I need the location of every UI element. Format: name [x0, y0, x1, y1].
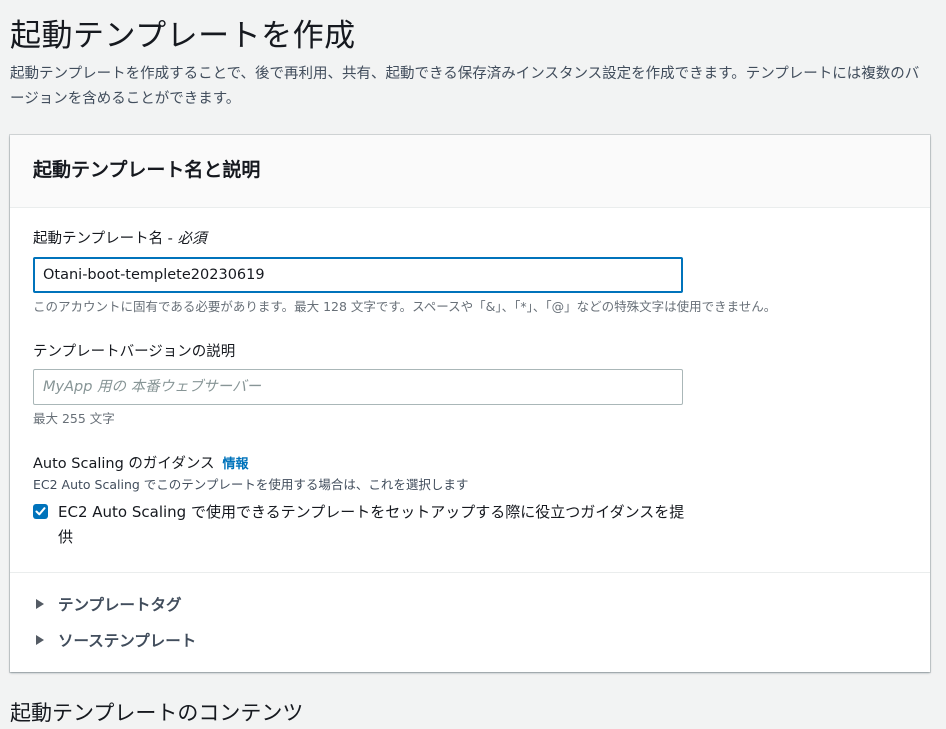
auto-scaling-label: Auto Scaling のガイダンス 情報 [33, 454, 249, 475]
version-description-hint: 最大 255 文字 [33, 411, 115, 426]
expander-template-tags[interactable]: テンプレートタグ [36, 592, 182, 616]
page-title: 起動テンプレートを作成 [10, 18, 356, 54]
expander-source-template[interactable]: ソーステンプレート [36, 628, 196, 652]
auto-scaling-description: EC2 Auto Scaling でこのテンプレートを使用する場合は、これを選択… [33, 477, 469, 492]
required-marker: 必須 [177, 231, 207, 247]
info-link[interactable]: 情報 [223, 457, 249, 472]
auto-scaling-label-text: Auto Scaling のガイダンス [33, 456, 215, 472]
template-name-panel: 起動テンプレート名と説明 起動テンプレート名 - 必須 このアカウントに固有であ… [10, 135, 930, 672]
expander-template-tags-label: テンプレートタグ [58, 596, 182, 614]
page-description: 起動テンプレートを作成することで、後で再利用、共有、起動できる保存済みインスタン… [10, 66, 920, 107]
caret-right-icon [36, 635, 44, 645]
version-description-input[interactable] [33, 369, 683, 405]
template-name-input[interactable] [33, 257, 683, 293]
template-name-label-text: 起動テンプレート名 - [33, 231, 178, 247]
panel-header: 起動テンプレート名と説明 [10, 135, 930, 208]
expander-source-template-label: ソーステンプレート [58, 632, 197, 650]
launch-template-contents-title: 起動テンプレートのコンテンツ [10, 701, 304, 725]
panel-title: 起動テンプレート名と説明 [33, 159, 261, 181]
template-name-label: 起動テンプレート名 - 必須 [33, 229, 207, 249]
auto-scaling-guidance-checkbox-label[interactable]: EC2 Auto Scaling で使用できるテンプレートをセットアップする際に… [58, 500, 698, 550]
auto-scaling-guidance-checkbox[interactable] [33, 504, 48, 519]
checkmark-icon [35, 507, 46, 516]
caret-right-icon [36, 599, 44, 609]
panel-divider [10, 572, 930, 573]
version-description-label: テンプレートバージョンの説明 [33, 344, 236, 360]
template-name-hint: このアカウントに固有である必要があります。最大 128 文字です。スペースや「&… [33, 299, 777, 314]
